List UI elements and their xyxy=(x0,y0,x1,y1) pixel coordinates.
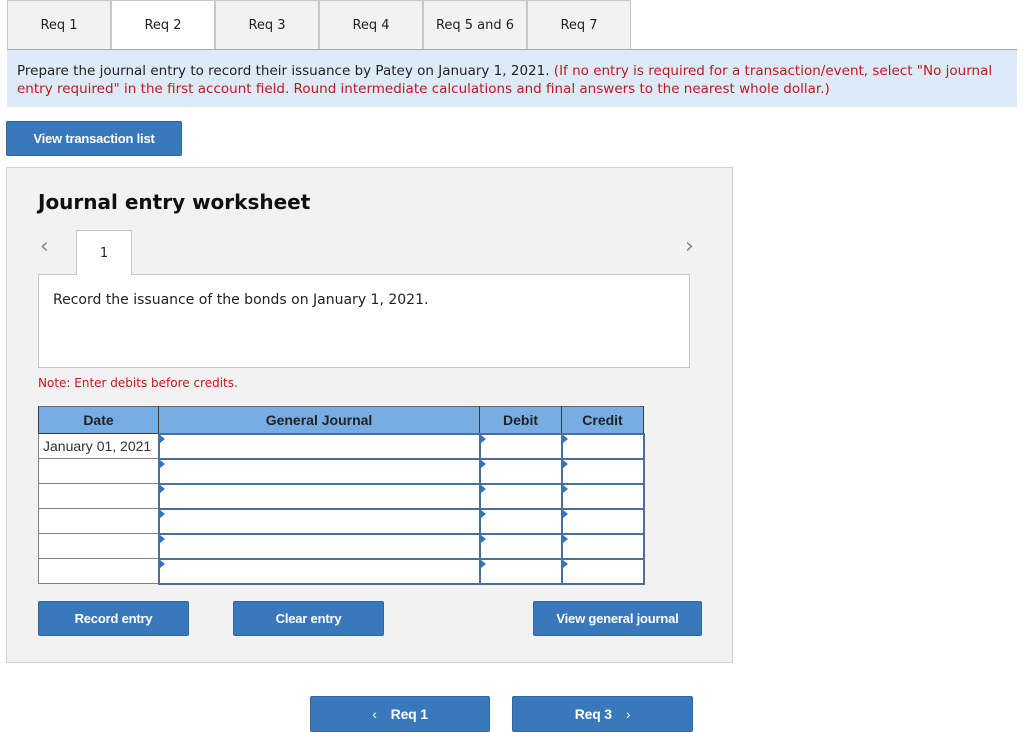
debit-input[interactable] xyxy=(478,457,563,485)
instructions-box: Prepare the journal entry to record thei… xyxy=(7,50,1017,107)
journal-table: Date General Journal Debit Credit Januar… xyxy=(38,406,645,585)
account-select[interactable] xyxy=(157,507,481,535)
credit-input[interactable] xyxy=(560,482,645,510)
column-header-credit: Credit xyxy=(561,406,644,434)
table-row xyxy=(38,482,645,510)
debit-input[interactable] xyxy=(478,507,563,535)
account-select[interactable] xyxy=(157,432,481,460)
tab-req-3[interactable]: Req 3 xyxy=(215,0,319,50)
account-select[interactable] xyxy=(157,482,481,510)
date-cell: January 01, 2021 xyxy=(38,433,159,459)
chevron-left-icon: ‹ xyxy=(372,706,377,722)
date-cell xyxy=(38,558,159,584)
table-header-row: Date General Journal Debit Credit xyxy=(38,406,644,434)
date-cell xyxy=(38,508,159,534)
tab-req-7[interactable]: Req 7 xyxy=(527,0,631,50)
account-select[interactable] xyxy=(157,457,481,485)
table-row xyxy=(38,532,645,560)
entry-description: Record the issuance of the bonds on Janu… xyxy=(38,274,690,368)
record-entry-button[interactable]: Record entry xyxy=(38,601,189,636)
debit-credit-note: Note: Enter debits before credits. xyxy=(38,376,238,390)
date-cell xyxy=(38,458,159,484)
table-row xyxy=(38,557,645,585)
tab-req-1[interactable]: Req 1 xyxy=(7,0,111,50)
tab-req-4[interactable]: Req 4 xyxy=(319,0,423,50)
credit-input[interactable] xyxy=(560,507,645,535)
chevron-right-icon[interactable]: › xyxy=(685,234,694,259)
clear-entry-button[interactable]: Clear entry xyxy=(233,601,384,636)
credit-input[interactable] xyxy=(560,532,645,560)
next-req-button[interactable]: Req 3 › xyxy=(512,696,693,732)
prev-req-label: Req 1 xyxy=(390,706,428,722)
account-select[interactable] xyxy=(157,532,481,560)
entry-tab-1[interactable]: 1 xyxy=(76,230,132,275)
credit-input[interactable] xyxy=(560,557,645,585)
table-row xyxy=(38,457,645,485)
debit-input[interactable] xyxy=(478,432,563,460)
column-header-general-journal: General Journal xyxy=(158,406,480,434)
table-row xyxy=(38,507,645,535)
journal-entry-worksheet: Journal entry worksheet ‹ › 1 Record the… xyxy=(6,167,733,663)
worksheet-title: Journal entry worksheet xyxy=(38,190,311,214)
account-select[interactable] xyxy=(157,557,481,585)
chevron-right-icon: › xyxy=(625,706,631,722)
entry-description-text: Record the issuance of the bonds on Janu… xyxy=(53,292,429,308)
debit-input[interactable] xyxy=(478,557,563,585)
chevron-left-icon[interactable]: ‹ xyxy=(40,234,49,259)
column-header-debit: Debit xyxy=(479,406,562,434)
credit-input[interactable] xyxy=(560,457,645,485)
instructions-text: Prepare the journal entry to record thei… xyxy=(17,63,550,79)
prev-req-button[interactable]: ‹ Req 1 xyxy=(310,696,490,732)
tab-req-5-and-6[interactable]: Req 5 and 6 xyxy=(423,0,527,50)
credit-input[interactable] xyxy=(560,432,645,460)
view-transaction-list-button[interactable]: View transaction list xyxy=(6,121,182,156)
view-general-journal-button[interactable]: View general journal xyxy=(533,601,702,636)
tab-req-2[interactable]: Req 2 xyxy=(111,0,215,50)
debit-input[interactable] xyxy=(478,482,563,510)
debit-input[interactable] xyxy=(478,532,563,560)
table-row: January 01, 2021 xyxy=(38,432,645,460)
date-cell xyxy=(38,483,159,509)
date-cell xyxy=(38,533,159,559)
column-header-date: Date xyxy=(38,406,159,434)
next-req-label: Req 3 xyxy=(574,706,612,722)
requirement-tabs: Req 1 Req 2 Req 3 Req 4 Req 5 and 6 Req … xyxy=(7,0,631,50)
